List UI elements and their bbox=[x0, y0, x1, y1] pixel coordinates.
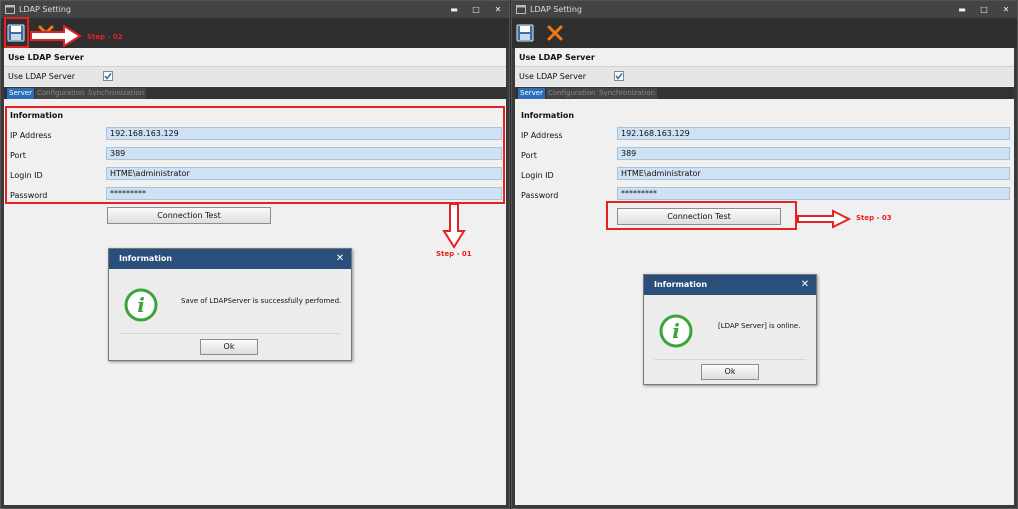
connection-test-button[interactable]: Connection Test bbox=[107, 207, 271, 224]
password-row: Password ********* bbox=[515, 185, 1014, 205]
close-button[interactable]: ✕ bbox=[995, 1, 1017, 18]
use-ldap-label: Use LDAP Server bbox=[519, 72, 587, 81]
x-cross-icon bbox=[547, 25, 563, 41]
ldap-setting-window-right: LDAP Setting ▬ □ ✕ Use LDAP Server Use L… bbox=[511, 0, 1018, 509]
use-ldap-checkbox[interactable] bbox=[614, 71, 624, 81]
tab-synchronization[interactable]: Synchronization bbox=[597, 88, 658, 99]
tab-server[interactable]: Server bbox=[518, 88, 545, 99]
login-id-field[interactable]: HTME\administrator bbox=[617, 167, 1010, 180]
section-title: Use LDAP Server bbox=[8, 53, 84, 62]
floppy-disk-icon bbox=[7, 24, 25, 42]
tab-configuration[interactable]: Configuration bbox=[546, 88, 598, 99]
connection-test-button[interactable]: Connection Test bbox=[617, 208, 781, 225]
svg-text:i: i bbox=[672, 319, 680, 343]
information-dialog: Information ✕ i Save of LDAPServer is su… bbox=[108, 248, 352, 361]
ok-button[interactable]: Ok bbox=[200, 339, 258, 355]
port-row: Port 389 bbox=[4, 145, 506, 165]
login-id-label: Login ID bbox=[10, 171, 43, 180]
info-circle-icon: i bbox=[659, 314, 693, 348]
dialog-close-button[interactable]: ✕ bbox=[798, 278, 812, 292]
use-ldap-row: Use LDAP Server bbox=[4, 66, 506, 86]
ip-address-label: IP Address bbox=[10, 131, 52, 140]
information-title: Information bbox=[10, 111, 64, 120]
x-cross-icon bbox=[38, 25, 54, 41]
tab-bar: Server Configuration Synchronization bbox=[515, 87, 1014, 99]
floppy-disk-icon bbox=[516, 24, 534, 42]
save-button[interactable] bbox=[514, 22, 536, 44]
login-id-row: Login ID HTME\administrator bbox=[515, 165, 1014, 185]
password-field[interactable]: ********* bbox=[617, 187, 1010, 200]
ip-address-row: IP Address 192.168.163.129 bbox=[4, 125, 506, 145]
tab-server[interactable]: Server bbox=[7, 88, 34, 99]
port-field[interactable]: 389 bbox=[617, 147, 1010, 160]
ldap-setting-window-left: LDAP Setting ▬ □ ✕ Use LDAP Server Use L… bbox=[0, 0, 510, 509]
dialog-close-button[interactable]: ✕ bbox=[333, 252, 347, 266]
dialog-title: Information bbox=[644, 275, 816, 295]
dialog-message: Save of LDAPServer is successfully perfo… bbox=[181, 297, 342, 305]
close-button[interactable]: ✕ bbox=[487, 1, 509, 18]
password-row: Password ********* bbox=[4, 185, 506, 205]
login-id-row: Login ID HTME\administrator bbox=[4, 165, 506, 185]
minimize-button[interactable]: ▬ bbox=[443, 1, 465, 18]
tab-configuration[interactable]: Configuration bbox=[35, 88, 87, 99]
step-02-label: Step - 02 bbox=[87, 33, 123, 41]
port-field[interactable]: 389 bbox=[106, 147, 502, 160]
minimize-button[interactable]: ▬ bbox=[951, 1, 973, 18]
dialog-separator bbox=[119, 333, 341, 334]
check-icon bbox=[615, 73, 623, 80]
use-ldap-checkbox[interactable] bbox=[103, 71, 113, 81]
window-icon bbox=[516, 5, 526, 14]
info-circle-icon: i bbox=[124, 288, 158, 322]
tab-synchronization[interactable]: Synchronization bbox=[86, 88, 147, 99]
save-button[interactable] bbox=[5, 22, 27, 44]
login-id-label: Login ID bbox=[521, 171, 554, 180]
ip-address-label: IP Address bbox=[521, 131, 563, 140]
window-icon bbox=[5, 5, 15, 14]
ok-button[interactable]: Ok bbox=[701, 364, 759, 380]
step-01-label: Step - 01 bbox=[436, 250, 472, 258]
window-title: LDAP Setting bbox=[19, 5, 71, 14]
section-title: Use LDAP Server bbox=[519, 53, 595, 62]
information-title: Information bbox=[521, 111, 575, 120]
cancel-button[interactable] bbox=[544, 22, 566, 44]
ip-address-field[interactable]: 192.168.163.129 bbox=[617, 127, 1010, 140]
port-label: Port bbox=[10, 151, 26, 160]
content-panel: Use LDAP Server Use LDAP Server Server C… bbox=[515, 48, 1014, 505]
window-title: LDAP Setting bbox=[530, 5, 582, 14]
port-label: Port bbox=[521, 151, 537, 160]
ip-address-field[interactable]: 192.168.163.129 bbox=[106, 127, 502, 140]
svg-text:i: i bbox=[137, 293, 145, 317]
dialog-title: Information bbox=[109, 249, 351, 269]
maximize-button[interactable]: □ bbox=[973, 1, 995, 18]
title-bar: LDAP Setting ▬ □ ✕ bbox=[1, 1, 509, 18]
use-ldap-label: Use LDAP Server bbox=[8, 72, 76, 81]
toolbar bbox=[1, 18, 509, 48]
step-03-label: Step - 03 bbox=[856, 214, 892, 222]
title-bar: LDAP Setting ▬ □ ✕ bbox=[512, 1, 1017, 18]
dialog-message: [LDAP Server] is online. bbox=[718, 322, 801, 330]
tab-bar: Server Configuration Synchronization bbox=[4, 87, 506, 99]
information-dialog: Information ✕ i [LDAP Server] is online.… bbox=[643, 274, 817, 385]
ip-address-row: IP Address 192.168.163.129 bbox=[515, 125, 1014, 145]
dialog-separator bbox=[654, 359, 806, 360]
cancel-button[interactable] bbox=[35, 22, 57, 44]
password-field[interactable]: ********* bbox=[106, 187, 502, 200]
password-label: Password bbox=[10, 191, 48, 200]
port-row: Port 389 bbox=[515, 145, 1014, 165]
password-label: Password bbox=[521, 191, 559, 200]
login-id-field[interactable]: HTME\administrator bbox=[106, 167, 502, 180]
toolbar bbox=[512, 18, 1017, 48]
check-icon bbox=[104, 73, 112, 80]
content-panel: Use LDAP Server Use LDAP Server Server C… bbox=[4, 48, 506, 505]
use-ldap-row: Use LDAP Server bbox=[515, 66, 1014, 86]
maximize-button[interactable]: □ bbox=[465, 1, 487, 18]
